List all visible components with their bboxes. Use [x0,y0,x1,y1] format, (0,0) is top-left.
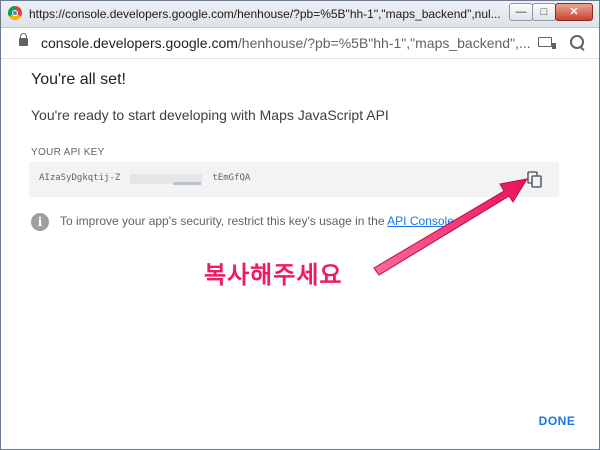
copy-button[interactable] [524,169,546,191]
dialog-content: You're all set! You're ready to start de… [1,59,599,449]
api-key-box[interactable]: AIzaSyDgkqtij-Z tEmGfQA [29,162,559,197]
browser-popup-window: https://console.developers.google.com/he… [0,0,600,450]
copy-annotation-text: 복사해주세요 [204,261,343,289]
api-key-redaction-mark [173,182,201,185]
address-url[interactable]: console.developers.google.com/henhouse/?… [41,35,531,51]
info-icon: i [31,213,49,231]
dialog-heading: You're all set! [31,71,126,88]
api-key-label: YOUR API KEY [31,147,105,158]
chrome-favicon-icon [8,6,22,20]
info-suffix: . [453,214,458,228]
api-console-link[interactable]: API Console [387,214,454,228]
info-message: To improve your app's security, restrict… [60,214,388,228]
url-path: /henhouse/?pb=%5B"hh-1","maps_backend",.… [237,35,531,51]
maximize-button[interactable]: □ [532,3,556,21]
info-text: To improve your app's security, restrict… [60,214,457,228]
dialog-subheading: You're ready to start developing with Ma… [31,107,389,123]
lock-icon[interactable] [19,33,28,46]
close-button[interactable]: ✕ [555,3,593,21]
minimize-button[interactable]: — [509,3,533,21]
cast-icon[interactable] [538,37,556,49]
window-title: https://console.developers.google.com/he… [29,7,501,21]
zoom-icon[interactable] [570,35,584,49]
title-bar[interactable]: https://console.developers.google.com/he… [1,1,599,28]
url-host: console.developers.google.com [41,35,238,51]
address-bar[interactable]: console.developers.google.com/henhouse/?… [1,28,599,59]
done-button[interactable]: DONE [531,409,583,433]
copy-icon [527,171,542,188]
